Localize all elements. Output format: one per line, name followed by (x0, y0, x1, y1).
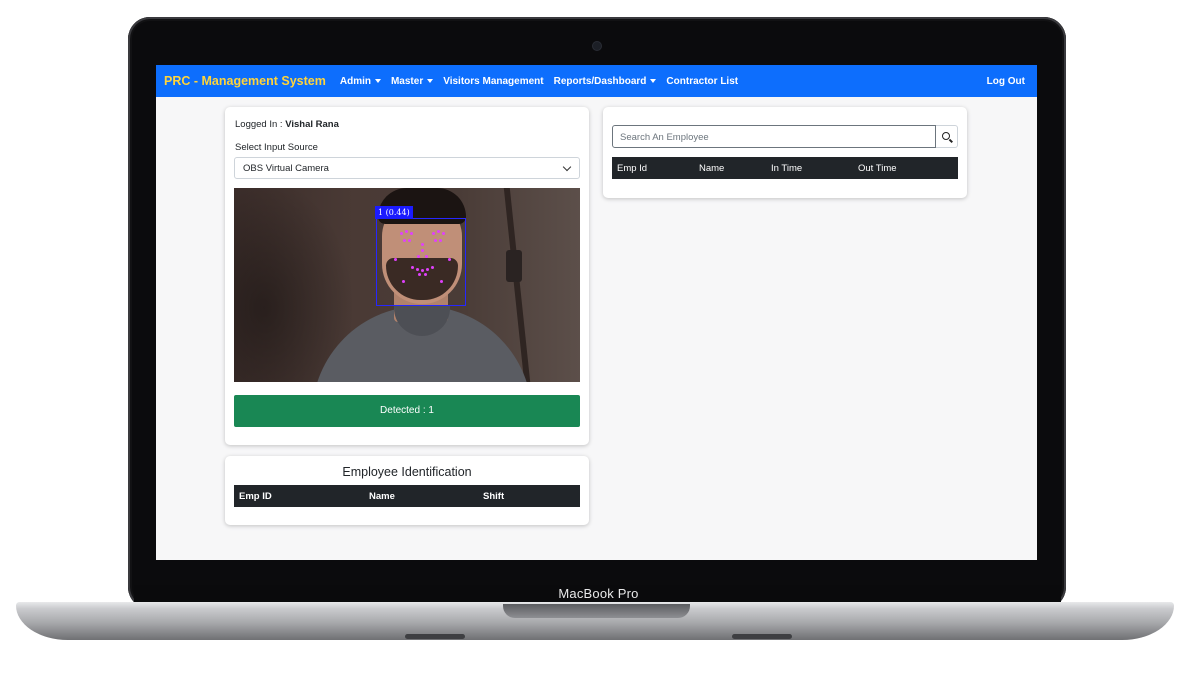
face-landmark (403, 239, 406, 242)
user-name: Vishal Rana (285, 119, 339, 130)
face-landmark (439, 239, 442, 242)
employee-identification-card: Employee Identification Emp ID Name Shif… (225, 456, 589, 525)
face-landmark (431, 266, 434, 269)
column-header-shift: Shift (483, 491, 505, 502)
device-label: MacBook Pro (558, 586, 639, 601)
webcam-icon (593, 42, 601, 50)
nav-reports-label: Reports/Dashboard (553, 75, 647, 87)
face-landmark (424, 273, 427, 276)
laptop-notch (503, 604, 690, 618)
background-object (506, 250, 522, 282)
navbar: PRC - Management System Admin Master Vis… (156, 65, 1037, 97)
nav-visitors-management[interactable]: Visitors Management (443, 76, 543, 87)
employee-search-input[interactable]: Search An Employee (612, 125, 936, 148)
face-landmark (437, 230, 440, 233)
app-screen: PRC - Management System Admin Master Vis… (156, 65, 1037, 560)
face-landmark (448, 258, 451, 261)
search-icon-handle (949, 138, 953, 143)
face-landmark (411, 266, 414, 269)
face-landmark (416, 268, 419, 271)
column-header-in-time: In Time (771, 163, 803, 174)
logged-in-label: Logged In : (235, 119, 283, 130)
employee-table-header: Emp ID Name Shift (234, 485, 580, 507)
column-header-name: Name (699, 163, 725, 174)
search-placeholder: Search An Employee (620, 132, 709, 143)
chevron-down-icon (562, 162, 572, 172)
face-landmark (408, 239, 411, 242)
face-landmark (405, 230, 408, 233)
face-landmark (426, 268, 429, 271)
caret-down-icon (374, 79, 381, 83)
nav-brand[interactable]: PRC - Management System (164, 74, 326, 88)
employee-search-card: Search An Employee Emp Id Name In Time O… (603, 107, 967, 198)
nav-reports-dashboard[interactable]: Reports/Dashboard (554, 76, 657, 87)
face-landmark (421, 243, 424, 246)
search-button[interactable] (936, 125, 958, 148)
face-landmark (442, 232, 445, 235)
nav-visitors-label: Visitors Management (443, 75, 544, 87)
face-landmark (400, 232, 403, 235)
nav-master-label: Master (390, 75, 424, 87)
nav-admin[interactable]: Admin (340, 76, 381, 87)
face-detection-box (376, 218, 466, 306)
face-landmark (432, 232, 435, 235)
face-landmark (402, 280, 405, 283)
camera-card: Logged In : Vishal Rana Select Input Sou… (225, 107, 589, 445)
input-source-label: Select Input Source (235, 142, 318, 153)
detected-status: Detected : 1 (234, 395, 580, 427)
face-landmark (421, 269, 424, 272)
column-header-out-time: Out Time (858, 163, 897, 174)
caret-down-icon (427, 79, 434, 83)
face-landmark (410, 232, 413, 235)
face-detection-tag: 1 (0.44) (375, 206, 413, 219)
face-landmark (417, 255, 420, 258)
face-landmark (418, 273, 421, 276)
laptop-foot-left (405, 634, 465, 639)
face-landmark (421, 249, 424, 252)
logout-link[interactable]: Log Out (987, 76, 1025, 87)
nav-admin-label: Admin (339, 75, 371, 87)
nav-contractor-label: Contractor List (666, 75, 739, 87)
nav-contractor-list[interactable]: Contractor List (666, 76, 738, 87)
attendance-table-header: Emp Id Name In Time Out Time (612, 157, 958, 179)
input-source-value: OBS Virtual Camera (243, 163, 329, 174)
column-header-emp-id: Emp ID (239, 491, 272, 502)
laptop-foot-right (732, 634, 792, 639)
input-source-select[interactable]: OBS Virtual Camera (234, 157, 580, 179)
employee-identification-title: Employee Identification (342, 465, 472, 479)
logged-in-info: Logged In : Vishal Rana (235, 119, 339, 130)
nav-master[interactable]: Master (390, 75, 434, 87)
face-landmark (434, 239, 437, 242)
camera-feed: 1 (0.44) (234, 188, 580, 382)
column-header-emp-id: Emp Id (617, 163, 648, 174)
caret-down-icon (650, 79, 657, 83)
face-landmark (425, 255, 428, 258)
column-header-name: Name (369, 491, 395, 502)
face-landmark (440, 280, 443, 283)
face-landmark (394, 258, 397, 261)
